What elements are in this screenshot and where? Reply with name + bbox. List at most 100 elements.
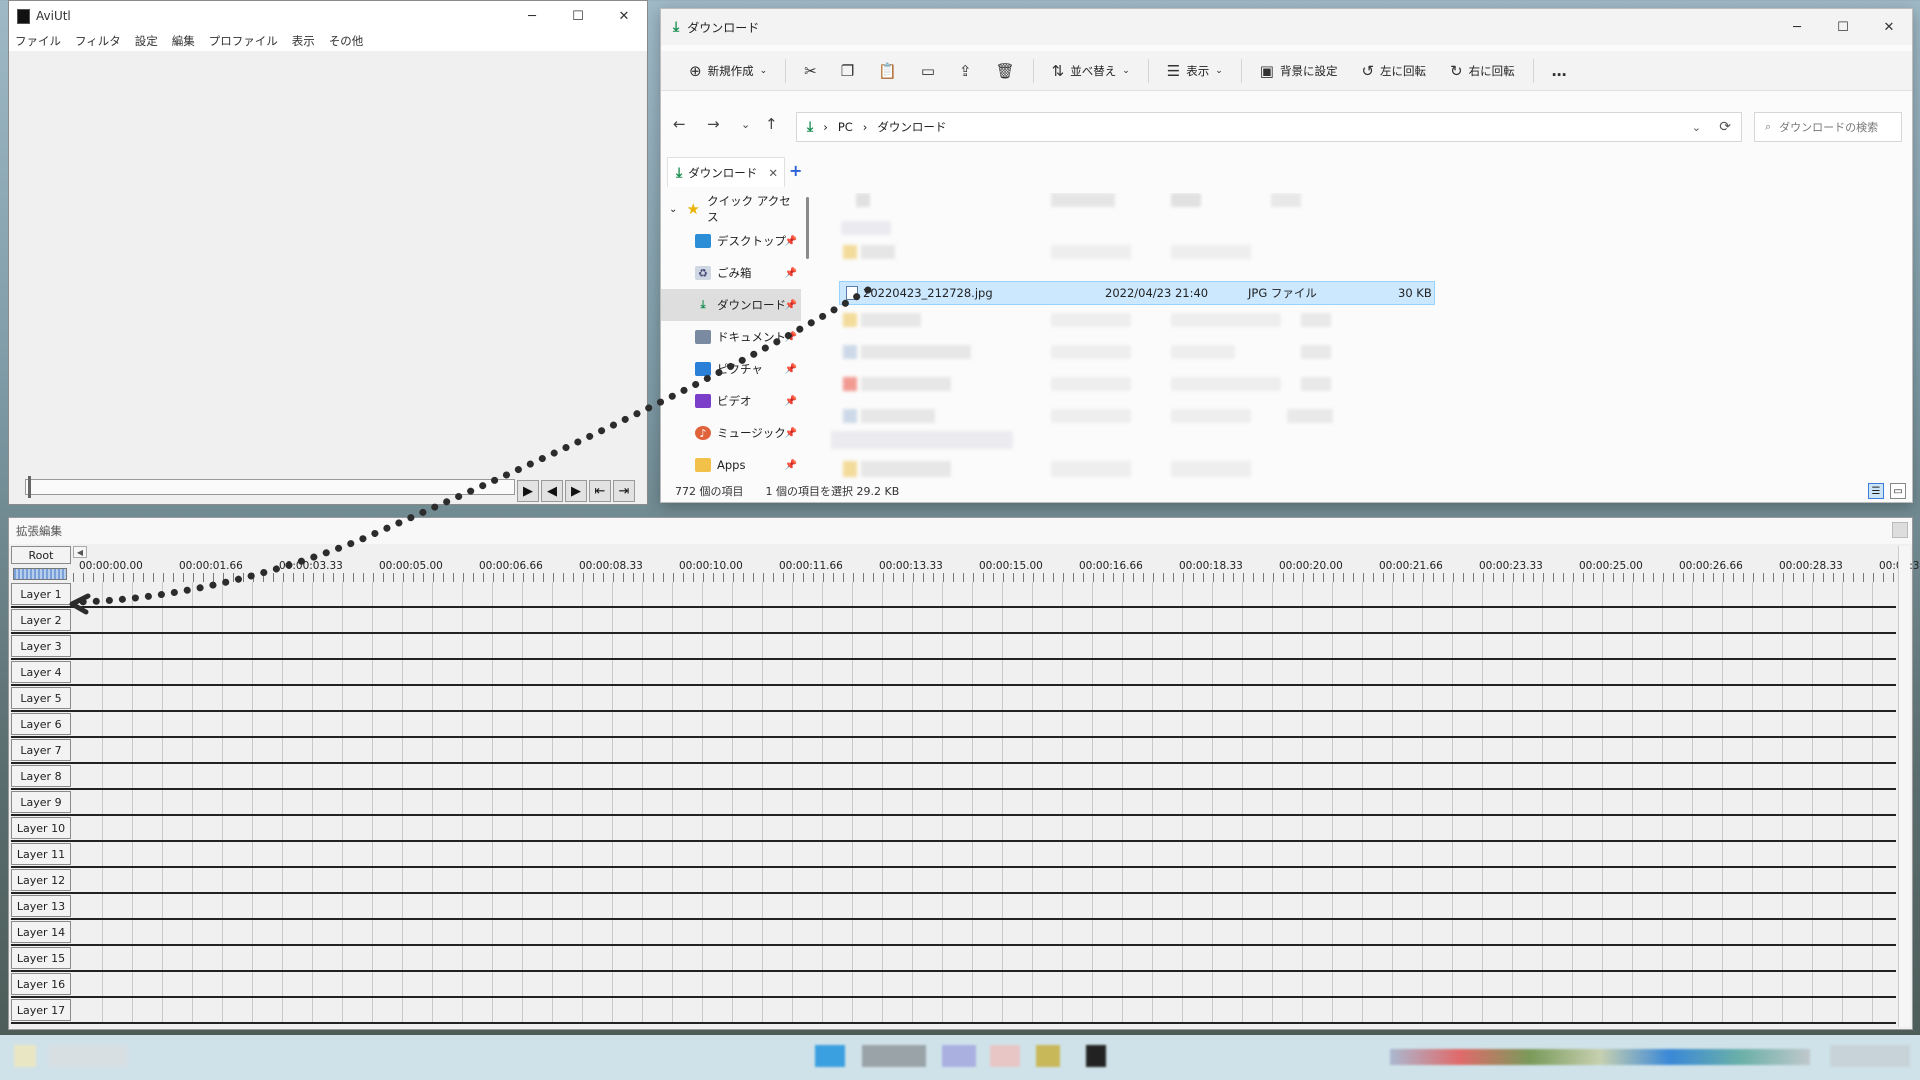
explorer-titlebar[interactable]: ⤓ ダウンロード ─ ☐ ✕ xyxy=(661,9,1912,45)
taskbar-app-icon[interactable] xyxy=(815,1045,845,1067)
breadcrumb-pc[interactable]: PC xyxy=(838,120,853,134)
seek-bar[interactable] xyxy=(25,476,515,498)
play-icon[interactable]: ▶ xyxy=(517,480,539,502)
timeline-close-icon[interactable] xyxy=(1892,522,1908,538)
tiles-view-icon[interactable]: ▭ xyxy=(1890,483,1906,499)
nav-quick-access[interactable]: ⌄ ★ クイック アクセス xyxy=(661,193,801,225)
search-area-icon[interactable] xyxy=(48,1045,128,1067)
layer-label[interactable]: Layer 8 xyxy=(11,765,71,787)
more-button[interactable]: … xyxy=(1542,55,1577,87)
up-arrow-icon[interactable]: ↑ xyxy=(765,115,778,133)
refresh-icon[interactable]: ⟳ xyxy=(1719,119,1731,135)
layer-label[interactable]: Layer 4 xyxy=(11,661,71,683)
nav-scrollbar[interactable] xyxy=(806,197,809,259)
clock-area[interactable] xyxy=(1830,1045,1910,1067)
timeline-scrollbar[interactable] xyxy=(1898,546,1910,1027)
layer-lane[interactable] xyxy=(73,582,1896,606)
layer-label[interactable]: Layer 11 xyxy=(11,843,71,865)
menu-file[interactable]: ファイル xyxy=(15,33,61,49)
minimize-icon[interactable]: ─ xyxy=(509,1,555,31)
seek-thumb[interactable] xyxy=(28,476,31,498)
menu-profile[interactable]: プロファイル xyxy=(209,33,278,49)
scroll-left-icon[interactable]: ◀ xyxy=(73,546,87,558)
close-icon[interactable]: ✕ xyxy=(601,1,647,31)
layer-label[interactable]: Layer 5 xyxy=(11,687,71,709)
taskbar-aviutl-icon[interactable] xyxy=(1086,1045,1106,1067)
copy-button[interactable]: ❐ xyxy=(831,55,864,87)
forward-arrow-icon[interactable]: → xyxy=(707,115,720,133)
taskbar-app-icon[interactable] xyxy=(942,1045,976,1067)
system-tray[interactable] xyxy=(1390,1049,1810,1065)
layer-label[interactable]: Layer 15 xyxy=(11,947,71,969)
go-start-icon[interactable]: ⇤ xyxy=(589,480,611,502)
rotate-left-button[interactable]: ↺ 左に回転 xyxy=(1351,55,1436,87)
rename-button[interactable]: ▭ xyxy=(911,55,945,87)
sort-button[interactable]: ⇅ 並べ替え ⌄ xyxy=(1042,55,1140,87)
prev-frame-icon[interactable]: ◀ xyxy=(541,480,563,502)
close-tab-icon[interactable]: ✕ xyxy=(768,166,778,180)
layer-label[interactable]: Layer 7 xyxy=(11,739,71,761)
tab-downloads[interactable]: ⤓ ダウンロード ✕ xyxy=(667,157,785,187)
menu-view[interactable]: 表示 xyxy=(292,33,315,49)
layer-label[interactable]: Layer 3 xyxy=(11,635,71,657)
recent-chevron-icon[interactable]: ⌄ xyxy=(741,118,750,131)
aviutl-titlebar[interactable]: AviUtl ─ ☐ ✕ xyxy=(9,1,647,31)
close-icon[interactable]: ✕ xyxy=(1866,9,1912,45)
layer-lane[interactable] xyxy=(73,946,1896,970)
layer-lane[interactable] xyxy=(73,894,1896,918)
maximize-icon[interactable]: ☐ xyxy=(555,1,601,31)
taskbar-app-icon[interactable] xyxy=(862,1045,926,1067)
nav-item-videos[interactable]: ビデオ 📌 xyxy=(661,385,801,417)
back-arrow-icon[interactable]: ← xyxy=(673,115,686,133)
layer-label[interactable]: Layer 17 xyxy=(11,999,71,1021)
layer-lane[interactable] xyxy=(73,972,1896,996)
layer-lane[interactable] xyxy=(73,998,1896,1022)
share-button[interactable]: ⇪ xyxy=(949,55,982,87)
nav-item-downloads[interactable]: ⤓ ダウンロード 📌 xyxy=(661,289,801,321)
layer-lane[interactable] xyxy=(73,790,1896,814)
layer-label[interactable]: Layer 10 xyxy=(11,817,71,839)
nav-item-apps[interactable]: Apps 📌 xyxy=(661,449,801,481)
layer-label[interactable]: Layer 13 xyxy=(11,895,71,917)
layer-lane[interactable] xyxy=(73,660,1896,684)
menu-filter[interactable]: フィルタ xyxy=(75,33,121,49)
new-tab-icon[interactable]: + xyxy=(789,161,802,180)
layer-lane[interactable] xyxy=(73,608,1896,632)
layer-label[interactable]: Layer 12 xyxy=(11,869,71,891)
address-bar[interactable]: ⤓ › PC › ダウンロード ⌄ ⟳ xyxy=(796,112,1742,142)
taskbar-app-icon[interactable] xyxy=(990,1045,1020,1067)
layer-label[interactable]: Layer 6 xyxy=(11,713,71,735)
nav-item-documents[interactable]: ドキュメント 📌 xyxy=(661,321,801,353)
new-button[interactable]: ⊕ 新規作成 ⌄ xyxy=(679,55,777,87)
rotate-right-button[interactable]: ↻ 右に回転 xyxy=(1440,55,1525,87)
root-button[interactable]: Root xyxy=(11,546,71,564)
nav-item-recycle-bin[interactable]: ♻ ごみ箱 📌 xyxy=(661,257,801,289)
next-frame-icon[interactable]: ▶ xyxy=(565,480,587,502)
search-input[interactable]: ⌕ ダウンロードの検索 xyxy=(1754,112,1902,142)
layer-lane[interactable] xyxy=(73,764,1896,788)
layer-lane[interactable] xyxy=(73,738,1896,762)
nav-item-desktop[interactable]: デスクトップ 📌 xyxy=(661,225,801,257)
taskbar-app-icon[interactable] xyxy=(1036,1045,1060,1067)
layer-lane[interactable] xyxy=(73,842,1896,866)
layer-label[interactable]: Layer 2 xyxy=(11,609,71,631)
maximize-icon[interactable]: ☐ xyxy=(1820,9,1866,45)
cut-button[interactable]: ✂ xyxy=(794,55,827,87)
minimize-icon[interactable]: ─ xyxy=(1774,9,1820,45)
layer-label[interactable]: Layer 14 xyxy=(11,921,71,943)
details-view-icon[interactable]: ☰ xyxy=(1868,483,1884,499)
layer-lane[interactable] xyxy=(73,868,1896,892)
layer-lane[interactable] xyxy=(73,634,1896,658)
layer-label[interactable]: Layer 16 xyxy=(11,973,71,995)
view-button[interactable]: ☰ 表示 ⌄ xyxy=(1157,55,1233,87)
nav-item-music[interactable]: ♪ ミュージック 📌 xyxy=(661,417,801,449)
layer-lane[interactable] xyxy=(73,712,1896,736)
set-background-button[interactable]: ▣ 背景に設定 xyxy=(1250,55,1348,87)
breadcrumb-downloads[interactable]: ダウンロード xyxy=(877,119,946,135)
layer-label[interactable]: Layer 9 xyxy=(11,791,71,813)
layer-lane[interactable] xyxy=(73,686,1896,710)
chevron-down-icon[interactable]: ⌄ xyxy=(1692,121,1701,134)
nav-item-pictures[interactable]: ピクチャ 📌 xyxy=(661,353,801,385)
layer-lane[interactable] xyxy=(73,920,1896,944)
zoom-slider[interactable] xyxy=(13,568,67,580)
